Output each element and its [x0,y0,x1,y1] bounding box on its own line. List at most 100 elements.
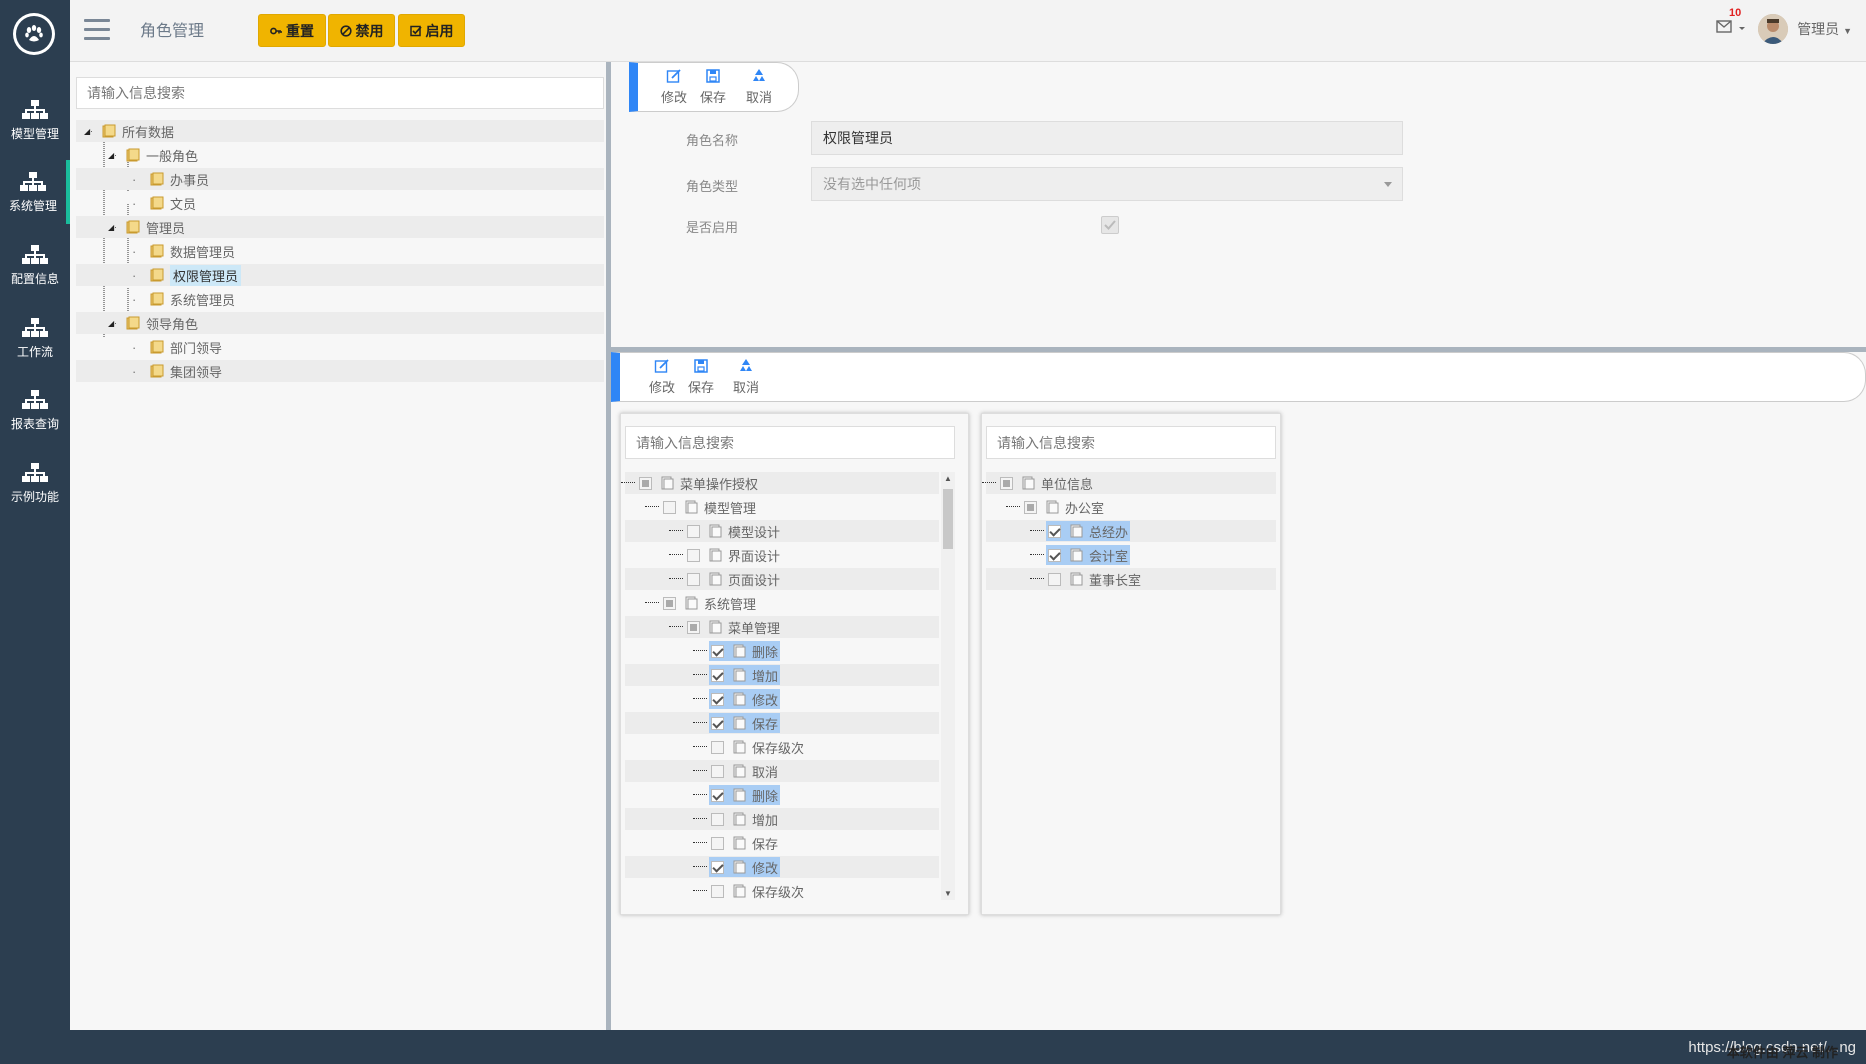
scroll-up-icon[interactable]: ▲ [944,474,952,483]
perm-cancel-button[interactable]: 取消 [728,358,764,396]
tree-node-label: 数据管理员 [170,244,236,260]
menu-tree-scrollbar[interactable]: ▲ ▼ [941,472,955,900]
tree-row[interactable]: ◢· 一般角色 [76,144,604,166]
node-checkbox[interactable] [711,860,724,874]
tree-row[interactable]: 会计室 [986,544,1276,566]
node-checkbox[interactable] [711,764,724,778]
scroll-thumb[interactable] [943,489,953,549]
expand-toggle-icon[interactable]: ◢· [108,319,126,328]
tree-row[interactable]: 单位信息 [982,472,1276,494]
cancel-label: 取消 [745,90,772,105]
tree-row[interactable]: 菜单操作授权 [621,472,939,494]
tree-row[interactable]: 删除 [625,784,939,806]
tree-row[interactable]: 办公室 [986,496,1276,518]
disable-button[interactable]: 禁用 [328,14,395,47]
tree-row[interactable]: ◢· 管理员 [76,216,604,238]
node-checkbox[interactable] [663,596,676,610]
node-checkbox[interactable] [639,476,652,490]
menu-search-input[interactable] [625,426,955,459]
cancel-button[interactable]: 取消 [741,68,777,106]
sidebar-item[interactable]: 配置信息 [0,233,70,297]
node-checkbox[interactable] [1000,476,1013,490]
node-checkbox[interactable] [711,668,724,682]
save-button[interactable]: 保存 [695,68,731,106]
tree-row[interactable]: · 文员 [76,192,604,214]
tree-row[interactable]: 取消 [625,760,939,782]
tree-row[interactable]: · 部门领导 [76,336,604,358]
sidebar-item[interactable]: 工作流 [0,306,70,370]
tree-row[interactable]: 增加 [625,808,939,830]
tree-row[interactable]: · 集团领导 [76,360,604,382]
reset-button[interactable]: 重置 [258,14,326,47]
sidebar-item-label: 模型管理 [10,126,59,141]
node-checkbox[interactable] [1048,572,1061,586]
node-checkbox[interactable] [687,524,700,538]
expand-toggle-icon[interactable]: ◢· [108,223,126,232]
sidebar-item[interactable]: 示例功能 [0,451,70,515]
tree-row[interactable]: 保存级次 [625,736,939,758]
node-checkbox[interactable] [711,692,724,706]
tree-row[interactable]: 删除 [625,640,939,662]
tree-row[interactable]: · 数据管理员 [76,240,604,262]
tree-row[interactable]: 增加 [625,664,939,686]
sidebar-item[interactable]: 模型管理 [0,88,70,152]
tree-row[interactable]: ◢· 领导角色 [76,312,604,334]
node-checkbox[interactable] [687,572,700,586]
edit-icon [654,359,669,373]
node-checkbox[interactable] [711,740,724,754]
sitemap-icon [20,171,46,191]
node-checkbox[interactable] [711,788,724,802]
tree-row[interactable]: 保存 [625,832,939,854]
tree-row[interactable]: 页面设计 [625,568,939,590]
tree-row[interactable]: ◢· 所有数据 [76,120,604,142]
tree-row[interactable]: 保存级次 [625,880,939,902]
sidebar-item[interactable]: 系统管理 [0,160,70,224]
role-name-field[interactable]: 权限管理员 [811,121,1403,155]
menu-toggle-icon[interactable] [84,19,110,41]
tree-row[interactable]: · 系统管理员 [76,288,604,310]
perm-save-button[interactable]: 保存 [683,358,719,396]
edit-button[interactable]: 修改 [656,68,692,106]
role-type-select[interactable]: 没有选中任何项 [811,167,1403,201]
node-checkbox[interactable] [687,548,700,562]
mail-icon[interactable]: 10 [1716,7,1746,42]
tree-node-label: 增加 [752,668,779,684]
unit-search-input[interactable] [986,426,1276,459]
tree-row[interactable]: 系统管理 [625,592,939,614]
tree-node-label: 页面设计 [728,572,781,588]
tree-row[interactable]: 总经办 [986,520,1276,542]
recycle-icon [753,69,765,81]
perm-edit-button[interactable]: 修改 [644,358,680,396]
scroll-down-icon[interactable]: ▼ [944,889,952,898]
perm-cancel-label: 取消 [732,380,759,395]
tree-row[interactable]: 界面设计 [625,544,939,566]
tree-row[interactable]: 模型设计 [625,520,939,542]
tree-row[interactable]: · 权限管理员 [76,264,604,286]
node-checkbox[interactable] [663,500,676,514]
tree-row[interactable]: 董事长室 [986,568,1276,590]
enable-button[interactable]: 启用 [398,14,465,47]
tree-row[interactable]: 修改 [625,856,939,878]
node-checkbox[interactable] [1048,548,1061,562]
sitemap-icon [22,317,48,337]
tree-row[interactable]: 保存 [625,712,939,734]
paw-logo-icon[interactable] [13,13,55,55]
expand-toggle-icon[interactable]: ◢· [108,151,126,160]
node-checkbox[interactable] [1024,500,1037,514]
node-checkbox[interactable] [711,836,724,850]
expand-toggle-icon[interactable]: ◢· [84,127,102,136]
node-checkbox[interactable] [711,812,724,826]
node-checkbox[interactable] [711,716,724,730]
node-checkbox[interactable] [711,644,724,658]
tree-row[interactable]: 菜单管理 [625,616,939,638]
node-checkbox[interactable] [1048,524,1061,538]
enabled-checkbox[interactable] [1101,216,1119,234]
tree-row[interactable]: 模型管理 [625,496,939,518]
avatar[interactable] [1758,14,1788,44]
sidebar-item[interactable]: 报表查询 [0,378,70,442]
node-checkbox[interactable] [687,620,700,634]
tree-row[interactable]: 修改 [625,688,939,710]
user-menu[interactable]: 管理员 ▼ [1797,19,1852,39]
node-checkbox[interactable] [711,884,724,898]
tree-row[interactable]: · 办事员 [76,168,604,190]
